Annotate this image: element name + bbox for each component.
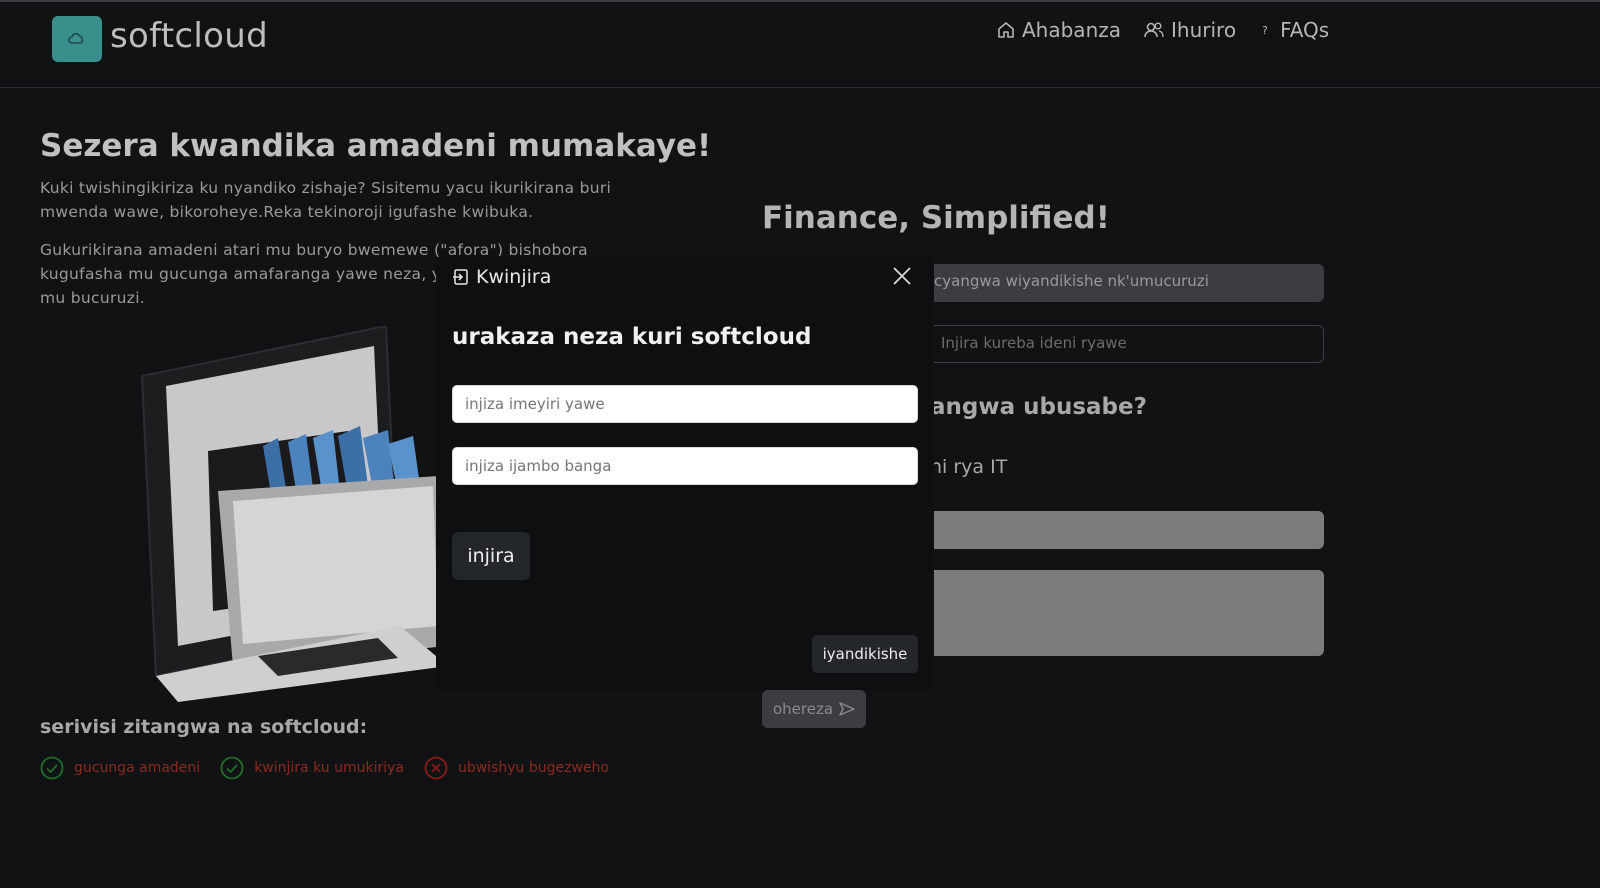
service-item: ubwishyu bugezweho <box>424 756 609 780</box>
modal-title: Kwinjira <box>452 266 551 288</box>
send-button[interactable]: ohereza <box>762 690 866 728</box>
x-circle-icon <box>424 756 448 780</box>
service-label: kwinjira ku umukiriya <box>254 760 404 776</box>
check-circle-icon <box>220 756 244 780</box>
debt-lookup-input[interactable]: Injira kureba ideni ryawe <box>920 325 1324 363</box>
send-label: ohereza <box>772 700 834 718</box>
request-input[interactable] <box>920 511 1324 549</box>
logo[interactable] <box>52 16 102 62</box>
nav-faqs-label: FAQs <box>1280 18 1330 42</box>
laptop-file-cabinet-illustration <box>138 324 478 706</box>
brand-name[interactable]: softcloud <box>110 16 268 56</box>
finance-title: Finance, Simplified! <box>762 200 1110 236</box>
service-item: gucunga amadeni <box>40 756 200 780</box>
service-label: gucunga amadeni <box>74 760 201 776</box>
nav-community-label: Ihuriro <box>1171 18 1237 42</box>
services-list: gucunga amadeni kwinjira ku umukiriya ub… <box>40 756 609 780</box>
nav-home[interactable]: Ahabanza <box>996 18 1121 42</box>
nav-home-label: Ahabanza <box>1022 18 1121 42</box>
register-button[interactable]: iyandikishe <box>812 635 918 673</box>
modal-title-label: Kwinjira <box>476 266 552 288</box>
close-icon[interactable] <box>890 264 914 288</box>
login-modal: Kwinjira urakaza neza kuri softcloud inj… <box>436 256 934 690</box>
nav-community[interactable]: Ihuriro <box>1143 18 1236 42</box>
users-icon <box>1144 22 1164 38</box>
request-textarea[interactable] <box>920 570 1324 656</box>
main-nav: Ahabanza Ihuriro ? FAQs <box>996 18 1329 42</box>
login-icon <box>453 269 468 285</box>
password-field[interactable] <box>452 447 918 485</box>
home-icon <box>998 22 1014 38</box>
send-icon <box>839 702 855 716</box>
login-button[interactable]: injira <box>452 532 530 580</box>
svg-text:?: ? <box>1262 24 1268 37</box>
hero-paragraph-1: Kuki twishingikiriza ku nyandiko zishaje… <box>40 179 612 221</box>
welcome-heading: urakaza neza kuri softcloud <box>452 324 812 350</box>
cloud-icon <box>68 33 84 44</box>
check-circle-icon <box>40 756 64 780</box>
request-subheading: ni rya IT <box>930 456 1008 478</box>
merchant-register-field[interactable]: cyangwa wiyandikishe nk'umucuruzi <box>920 264 1324 302</box>
email-field[interactable] <box>452 385 918 423</box>
nav-faqs[interactable]: ? FAQs <box>1258 18 1329 42</box>
services-title: serivisi zitangwa na softcloud: <box>40 716 368 738</box>
navbar: softcloud Ahabanza Ihuriro ? FAQs <box>0 2 1600 88</box>
request-heading: angwa ubusabe? <box>930 394 1147 420</box>
service-label: ubwishyu bugezweho <box>457 760 609 776</box>
hero-title: Sezera kwandika amadeni mumakaye! <box>40 128 712 164</box>
question-icon: ? <box>1262 24 1268 37</box>
service-item: kwinjira ku umukiriya <box>220 756 404 780</box>
